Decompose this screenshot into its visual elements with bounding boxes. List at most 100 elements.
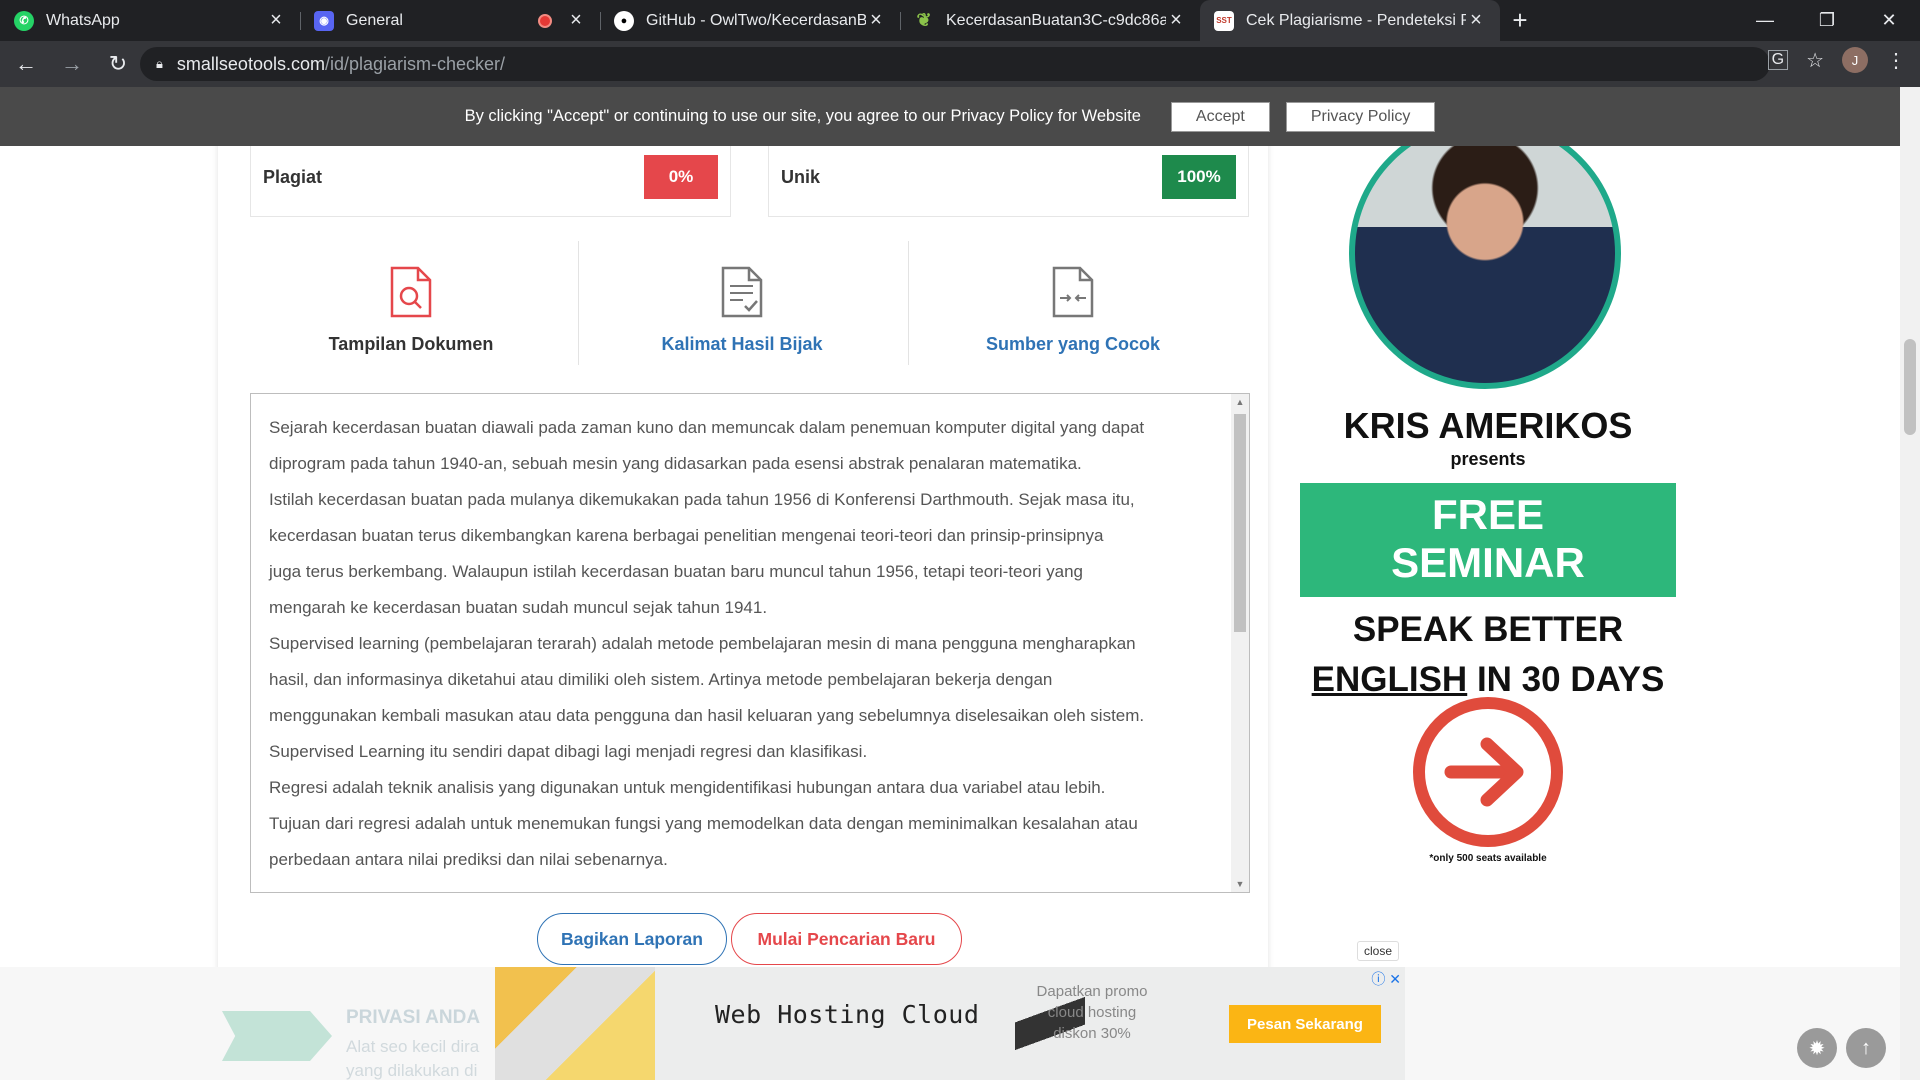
tab-plagiarism-checker[interactable]: SST Cek Plagiarisme - Pendeteksi Plag × bbox=[1200, 0, 1500, 41]
privacy-policy-button[interactable]: Privacy Policy bbox=[1285, 101, 1436, 132]
profile-avatar[interactable]: J bbox=[1842, 47, 1868, 73]
page-scrollbar-thumb[interactable] bbox=[1904, 339, 1916, 435]
tab-title: GitHub - OwlTwo/KecerdasanBua bbox=[646, 11, 866, 29]
order-now-button[interactable]: Pesan Sekarang bbox=[1229, 1005, 1381, 1043]
document-text: Sejarah kecerdasan buatan diawali pada z… bbox=[269, 410, 1219, 878]
whatsapp-icon: ✆ bbox=[14, 10, 34, 31]
ad-speak-line: SPEAK BETTER bbox=[1352, 610, 1624, 649]
tab-colab[interactable]: ❦ KecerdasanBuatan3C-c9dc86a49 × bbox=[900, 0, 1200, 41]
close-tab-icon[interactable]: × bbox=[1166, 9, 1186, 32]
recording-indicator-icon bbox=[538, 13, 552, 28]
tab-smart-sentences[interactable]: Kalimat Hasil Bijak bbox=[577, 241, 907, 365]
web-page: By clicking "Accept" or continuing to us… bbox=[0, 87, 1900, 1080]
ad-duration-text: IN 30 DAYS bbox=[1467, 660, 1665, 699]
ad-headline: Web Hosting Cloud bbox=[715, 1000, 980, 1029]
tab-title: Cek Plagiarisme - Pendeteksi Plag bbox=[1246, 11, 1466, 29]
ad-promo-line: Dapatkan promo bbox=[1036, 983, 1148, 1000]
unique-score-box: Unik 100% bbox=[768, 137, 1249, 217]
ad-banner-line: FREE bbox=[1431, 491, 1544, 538]
sst-icon: SST bbox=[1214, 10, 1234, 31]
tab-title: WhatsApp bbox=[46, 11, 120, 29]
new-search-button[interactable]: Mulai Pencarian Baru bbox=[731, 913, 962, 965]
tab-smart-sentences-label: Kalimat Hasil Bijak bbox=[661, 334, 823, 354]
ad-english-word: ENGLISH bbox=[1311, 660, 1468, 699]
document-line: Supervised learning (pembelajaran terara… bbox=[269, 634, 1136, 653]
window-controls: — ❐ ✕ bbox=[1734, 0, 1920, 41]
close-window-icon[interactable]: ✕ bbox=[1858, 0, 1920, 41]
discord-icon: ◉ bbox=[314, 10, 334, 31]
scroll-down-arrow-icon[interactable]: ▼ bbox=[1231, 879, 1249, 889]
leaf-icon: ❦ bbox=[916, 10, 932, 30]
scroll-up-arrow-icon[interactable]: ▲ bbox=[1231, 397, 1249, 407]
page-scrollbar[interactable] bbox=[1900, 87, 1920, 1080]
tab-title: KecerdasanBuatan3C-c9dc86a49 bbox=[946, 11, 1166, 29]
document-search-icon bbox=[390, 266, 432, 318]
tab-matching-sources[interactable]: Sumber yang Cocok bbox=[908, 241, 1238, 365]
ad-promo-text: Dapatkan promo cloud hosting diskon 30% bbox=[1017, 981, 1167, 1044]
document-line: Istilah kecerdasan buatan pada mulanya d… bbox=[269, 490, 1135, 509]
privacy-subtitle: Alat seo kecil dira yang dilakukan di bbox=[346, 1035, 479, 1080]
lock-icon: 🔒︎ bbox=[156, 56, 163, 71]
privacy-subtitle-line: yang dilakukan di bbox=[346, 1061, 478, 1080]
close-tab-icon[interactable]: × bbox=[1466, 9, 1486, 32]
document-line: Regresi adalah teknik analisis yang digu… bbox=[269, 778, 1106, 797]
scrollbar-thumb[interactable] bbox=[1234, 414, 1246, 632]
ad-banner-line: SEMINAR bbox=[1391, 539, 1585, 586]
reload-icon[interactable]: ↻ bbox=[98, 44, 138, 84]
forward-arrow-icon[interactable]: → bbox=[52, 44, 92, 84]
plagiarism-score-box: Plagiat 0% bbox=[250, 137, 731, 217]
close-tab-icon[interactable]: × bbox=[866, 9, 886, 32]
tab-document-view[interactable]: Tampilan Dokumen bbox=[246, 241, 576, 365]
address-toolbar: ← → ↻ 🔒︎ smallseotools.com/id/plagiarism… bbox=[0, 41, 1920, 87]
privacy-heading: PRIVASI ANDA bbox=[346, 1007, 481, 1028]
ad-speak-better-text: SPEAK BETTER ENGLISH IN 30 DAYS bbox=[1298, 605, 1678, 705]
tab-matching-sources-label: Sumber yang Cocok bbox=[985, 334, 1161, 354]
ad-portrait-image bbox=[1349, 117, 1621, 389]
close-ad-button[interactable]: close bbox=[1357, 941, 1399, 961]
plagiarism-percent-badge: 0% bbox=[644, 155, 718, 199]
privacy-subtitle-line: Alat seo kecil dira bbox=[346, 1037, 480, 1056]
close-tab-icon[interactable]: × bbox=[266, 9, 286, 32]
unique-percent-badge: 100% bbox=[1162, 155, 1236, 199]
document-compare-icon bbox=[1052, 266, 1094, 318]
accept-button[interactable]: Accept bbox=[1170, 101, 1270, 132]
back-arrow-icon[interactable]: ← bbox=[6, 44, 46, 84]
document-line: Tujuan dari regresi adalah untuk menemuk… bbox=[269, 814, 1138, 833]
tab-whatsapp[interactable]: ✆ WhatsApp × bbox=[0, 0, 300, 41]
document-line: diprogram pada tahun 1940-an, sebuah mes… bbox=[269, 454, 1082, 473]
ad-arrow-button[interactable] bbox=[1413, 697, 1563, 847]
github-icon: ● bbox=[614, 10, 634, 31]
ad-info-close-icon[interactable]: ⓘ ✕ bbox=[1371, 969, 1401, 989]
document-line: mengarah ke kecerdasan buatan sudah munc… bbox=[269, 598, 768, 617]
tab-github[interactable]: ● GitHub - OwlTwo/KecerdasanBua × bbox=[600, 0, 900, 41]
bookmark-star-icon[interactable]: ☆ bbox=[1806, 48, 1824, 73]
text-area-scrollbar[interactable]: ▲ ▼ bbox=[1231, 394, 1249, 892]
document-text-area[interactable]: Sejarah kecerdasan buatan diawali pada z… bbox=[250, 393, 1250, 893]
bottom-advertisement[interactable]: Web Hosting Cloud Dapatkan promo cloud h… bbox=[495, 967, 1405, 1080]
restore-icon[interactable]: ❐ bbox=[1796, 0, 1858, 41]
menu-kebab-icon[interactable]: ⋮ bbox=[1886, 48, 1906, 73]
close-tab-icon[interactable]: × bbox=[566, 9, 586, 32]
ad-office-illustration bbox=[495, 967, 655, 1080]
checkmark-chevron-icon bbox=[222, 1011, 332, 1061]
ad-seats-note: *only 500 seats available bbox=[1429, 853, 1547, 864]
document-line: juga terus berkembang. Walaupun istilah … bbox=[269, 562, 1083, 581]
document-line: Supervised Learning itu sendiri dapat di… bbox=[269, 742, 868, 761]
ad-promo-line: cloud hosting bbox=[1047, 1004, 1137, 1021]
tab-discord-general[interactable]: ◉ General × bbox=[300, 0, 600, 41]
ad-presenter-name: KRIS AMERIKOS bbox=[1343, 405, 1633, 446]
translate-icon[interactable]: G bbox=[1767, 50, 1789, 70]
document-line: Sejarah kecerdasan buatan diawali pada z… bbox=[269, 418, 1145, 437]
plagiarism-label: Plagiat bbox=[263, 166, 323, 187]
minimize-icon[interactable]: — bbox=[1734, 0, 1796, 41]
bug-report-icon[interactable]: ✹ bbox=[1797, 1028, 1837, 1068]
tab-document-view-label: Tampilan Dokumen bbox=[328, 334, 494, 354]
arrow-right-icon bbox=[1444, 737, 1524, 807]
browser-tab-strip: ✆ WhatsApp × ◉ General × ● GitHub - OwlT… bbox=[0, 0, 1920, 41]
new-tab-button[interactable]: + bbox=[1500, 0, 1540, 41]
share-report-button[interactable]: Bagikan Laporan bbox=[537, 913, 727, 965]
ad-promo-line: diskon 30% bbox=[1053, 1025, 1131, 1042]
scroll-to-top-icon[interactable]: ↑ bbox=[1846, 1028, 1886, 1068]
document-line: hasil, dan informasinya diketahui atau d… bbox=[269, 670, 1053, 689]
url-bar[interactable]: 🔒︎ smallseotools.com/id/plagiarism-check… bbox=[140, 47, 1770, 81]
